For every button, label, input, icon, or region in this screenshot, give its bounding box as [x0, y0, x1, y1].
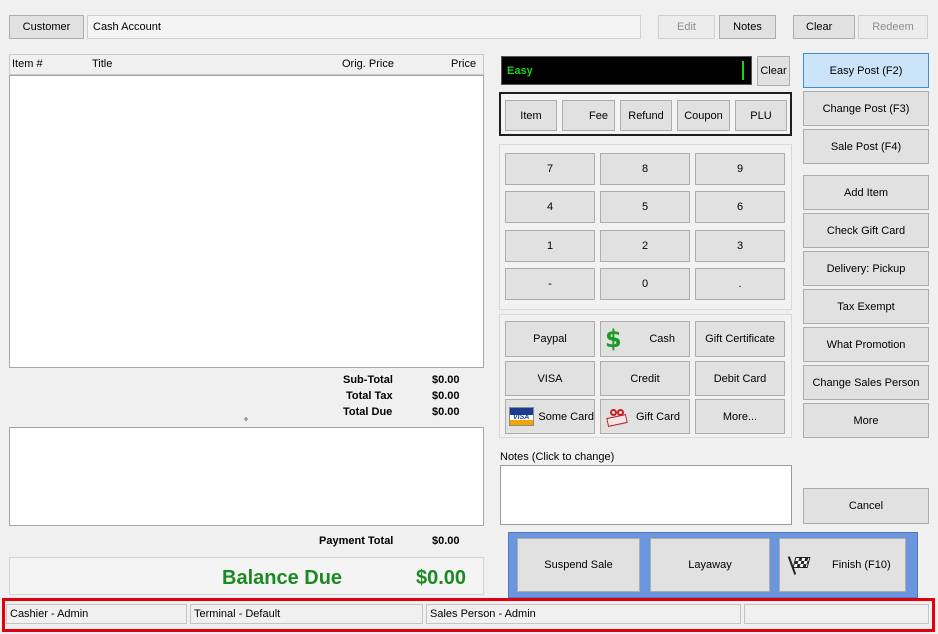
payments-list[interactable]: [9, 427, 484, 526]
pay-gift-card-label: Gift Card: [636, 410, 681, 423]
edit-button[interactable]: Edit: [658, 15, 715, 39]
customer-account-field[interactable]: Cash Account: [87, 15, 641, 39]
clear-customer-label: Clear: [806, 21, 833, 33]
keypad-1[interactable]: 1: [505, 230, 595, 262]
items-list[interactable]: [9, 75, 484, 368]
subtotal-value: $0.00: [432, 374, 460, 386]
status-sales-person: Sales Person - Admin: [426, 604, 741, 624]
total-due-label: Total Due: [343, 406, 393, 418]
col-item-number[interactable]: Item #: [12, 58, 43, 70]
cancel-button[interactable]: Cancel: [803, 488, 929, 524]
checkered-flag-icon: [787, 554, 812, 576]
delivery-pickup-button[interactable]: Delivery: Pickup: [803, 251, 929, 286]
dollar-icon: $: [605, 325, 622, 353]
entry-type-coupon[interactable]: Coupon: [677, 100, 730, 131]
keypad-3[interactable]: 3: [695, 230, 785, 262]
suspend-sale-button[interactable]: Suspend Sale: [517, 538, 640, 592]
pay-gift-certificate-button[interactable]: Gift Certificate: [695, 321, 785, 357]
entry-type-refund[interactable]: Refund: [620, 100, 672, 131]
entry-mode-text: Easy: [507, 65, 533, 77]
keypad-5[interactable]: 5: [600, 191, 690, 223]
payment-total-label: Payment Total: [319, 535, 394, 547]
col-orig-price[interactable]: Orig. Price: [342, 58, 394, 70]
payment-total-value: $0.00: [432, 535, 460, 547]
keypad-4[interactable]: 4: [505, 191, 595, 223]
redeem-button[interactable]: Redeem: [858, 15, 928, 39]
keypad-0[interactable]: 0: [600, 268, 690, 300]
col-price[interactable]: Price: [451, 58, 476, 70]
tax-exempt-button[interactable]: Tax Exempt: [803, 289, 929, 324]
pay-paypal-button[interactable]: Paypal: [505, 321, 595, 357]
status-extra: [744, 604, 929, 624]
keypad-7[interactable]: 7: [505, 153, 595, 185]
sale-post-button[interactable]: Sale Post (F4): [803, 129, 929, 164]
balance-due-box: Balance Due $0.00: [9, 557, 484, 595]
change-sales-person-button[interactable]: Change Sales Person: [803, 365, 929, 400]
items-table-header: Item # Title Orig. Price Price: [9, 54, 484, 75]
add-item-button[interactable]: Add Item: [803, 175, 929, 210]
pay-cash-label: Cash: [649, 333, 675, 345]
notes-button[interactable]: Notes: [719, 15, 776, 39]
easy-post-button[interactable]: Easy Post (F2): [803, 53, 929, 88]
entry-type-item[interactable]: Item: [505, 100, 557, 131]
pay-more-button[interactable]: More...: [695, 399, 785, 434]
change-post-button[interactable]: Change Post (F3): [803, 91, 929, 126]
more-actions-button[interactable]: More: [803, 403, 929, 438]
keypad-minus[interactable]: -: [505, 268, 595, 300]
check-gift-card-button[interactable]: Check Gift Card: [803, 213, 929, 248]
what-promotion-button[interactable]: What Promotion: [803, 327, 929, 362]
keypad-8[interactable]: 8: [600, 153, 690, 185]
status-cashier: Cashier - Admin: [6, 604, 187, 624]
balance-due-value: $0.00: [416, 567, 467, 589]
pay-cash-button[interactable]: $ Cash: [600, 321, 690, 357]
finish-label: Finish (F10): [832, 559, 891, 571]
keypad-6[interactable]: 6: [695, 191, 785, 223]
total-tax-label: Total Tax: [346, 390, 393, 402]
keypad-9[interactable]: 9: [695, 153, 785, 185]
pay-some-card-label: Some Card: [538, 410, 594, 423]
keypad-decimal[interactable]: .: [695, 268, 785, 300]
pay-credit-button[interactable]: Credit: [600, 361, 690, 396]
balance-due-label: Balance Due: [222, 567, 343, 589]
visa-card-icon: VISA: [509, 407, 535, 426]
entry-type-plu[interactable]: PLU: [735, 100, 787, 131]
notes-label[interactable]: Notes (Click to change): [500, 451, 614, 463]
customer-button[interactable]: Customer: [9, 15, 84, 39]
total-due-value: $0.00: [432, 406, 460, 418]
notes-box[interactable]: [500, 465, 792, 525]
subtotal-label: Sub-Total: [343, 374, 393, 386]
pay-some-card-button[interactable]: VISA Some Card: [505, 399, 595, 434]
clear-customer-button[interactable]: Clear: [793, 15, 855, 39]
col-title[interactable]: Title: [92, 58, 112, 70]
entry-display[interactable]: Easy: [501, 56, 752, 85]
entry-clear-button[interactable]: Clear: [757, 56, 790, 86]
total-tax-value: $0.00: [432, 390, 460, 402]
keypad-2[interactable]: 2: [600, 230, 690, 262]
pay-debit-card-button[interactable]: Debit Card: [695, 361, 785, 396]
entry-type-fee[interactable]: Fee: [562, 100, 615, 131]
layaway-button[interactable]: Layaway: [650, 538, 770, 592]
entry-cursor: [742, 61, 744, 80]
gift-card-icon: [606, 408, 628, 427]
pay-visa-button[interactable]: VISA: [505, 361, 595, 396]
status-terminal: Terminal - Default: [190, 604, 423, 624]
finish-button[interactable]: Finish (F10): [779, 538, 906, 592]
pay-gift-card-button[interactable]: Gift Card: [600, 399, 690, 434]
